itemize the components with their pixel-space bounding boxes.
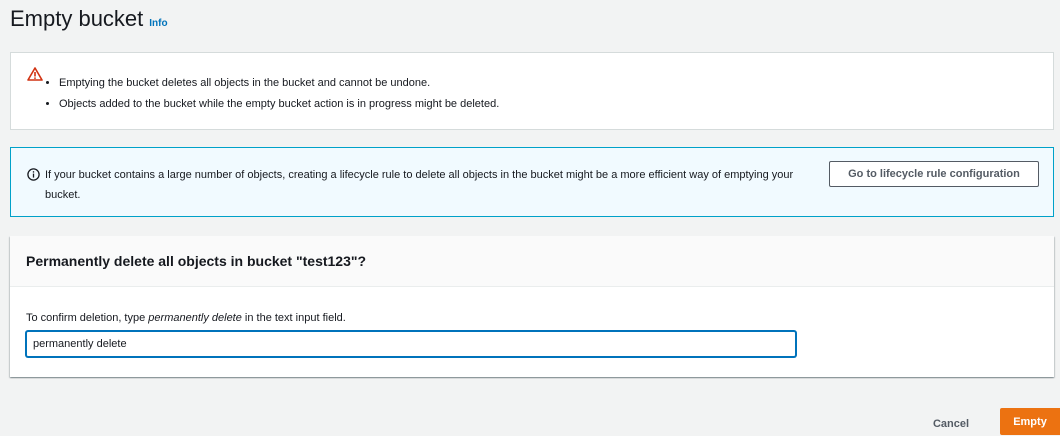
warning-alert: Emptying the bucket deletes all objects … — [10, 52, 1054, 130]
warning-list: Emptying the bucket deletes all objects … — [45, 73, 499, 115]
warning-triangle-icon — [27, 67, 43, 81]
empty-button[interactable]: Empty — [1000, 408, 1060, 435]
instruction-keyword: permanently delete — [148, 312, 242, 324]
instruction-prefix: To confirm deletion, type — [26, 312, 149, 324]
page-title: Empty bucket — [10, 6, 144, 31]
info-alert: If your bucket contains a large number o… — [10, 147, 1054, 217]
info-text: If your bucket contains a large number o… — [45, 169, 794, 201]
warning-item: Objects added to the bucket while the em… — [59, 94, 499, 115]
cancel-button[interactable]: Cancel — [920, 412, 982, 436]
instruction-suffix: in the text input field. — [241, 312, 346, 324]
confirm-panel-header: Permanently delete all objects in bucket… — [10, 236, 1054, 287]
confirm-panel: Permanently delete all objects in bucket… — [10, 236, 1054, 377]
info-link[interactable]: Info — [149, 18, 167, 29]
confirm-deletion-input[interactable] — [26, 331, 796, 357]
lifecycle-rule-button[interactable]: Go to lifecycle rule configuration — [829, 161, 1039, 187]
confirm-title: Permanently delete all objects in bucket… — [26, 253, 367, 269]
info-circle-icon — [27, 168, 40, 181]
warning-item: Emptying the bucket deletes all objects … — [59, 73, 499, 94]
confirm-instruction: To confirm deletion, type permanently de… — [26, 312, 346, 324]
page-header: Empty bucket Info — [10, 6, 168, 32]
